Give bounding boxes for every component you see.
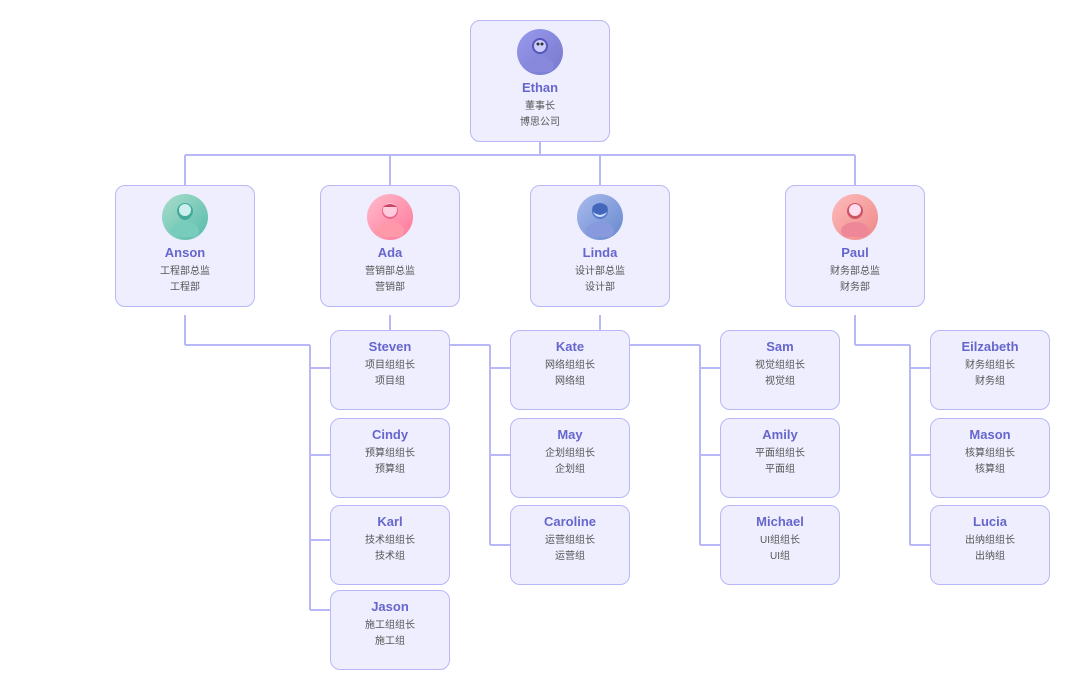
anson-avatar <box>162 194 208 240</box>
anson-role: 工程部总监工程部 <box>160 264 210 296</box>
ada-role: 营销部总监营销部 <box>365 264 415 296</box>
linda-name: Linda <box>583 245 618 260</box>
lucia-card: Lucia 出纳组组长出纳组 <box>930 505 1050 585</box>
linda-avatar <box>577 194 623 240</box>
paul-avatar <box>832 194 878 240</box>
root-name: Ethan <box>522 80 558 95</box>
mason-card: Mason 核算组组长核算组 <box>930 418 1050 498</box>
eilzabeth-card: Eilzabeth 财务组组长财务组 <box>930 330 1050 410</box>
anson-name: Anson <box>165 245 205 260</box>
michael-card: Michael UI组组长UI组 <box>720 505 840 585</box>
org-chart: Ethan 董事长 博思公司 Anson 工程部总监工程部 <box>0 0 1080 700</box>
linda-role: 设计部总监设计部 <box>575 264 625 296</box>
steven-card: Steven 项目组组长项目组 <box>330 330 450 410</box>
paul-role: 财务部总监财务部 <box>830 264 880 296</box>
anson-card: Anson 工程部总监工程部 <box>115 185 255 307</box>
ada-avatar <box>367 194 413 240</box>
paul-card: Paul 财务部总监财务部 <box>785 185 925 307</box>
ada-name: Ada <box>378 245 403 260</box>
cindy-card: Cindy 预算组组长预算组 <box>330 418 450 498</box>
amily-card: Amily 平面组组长平面组 <box>720 418 840 498</box>
paul-name: Paul <box>841 245 868 260</box>
root-role: 董事长 博思公司 <box>520 99 560 131</box>
may-card: May 企划组组长企划组 <box>510 418 630 498</box>
caroline-card: Caroline 运营组组长运营组 <box>510 505 630 585</box>
linda-card: Linda 设计部总监设计部 <box>530 185 670 307</box>
jason-card: Jason 施工组组长施工组 <box>330 590 450 670</box>
karl-card: Karl 技术组组长技术组 <box>330 505 450 585</box>
root-avatar <box>517 29 563 75</box>
root-card: Ethan 董事长 博思公司 <box>470 20 610 142</box>
kate-card: Kate 网络组组长网络组 <box>510 330 630 410</box>
ada-card: Ada 营销部总监营销部 <box>320 185 460 307</box>
sam-card: Sam 视觉组组长视觉组 <box>720 330 840 410</box>
